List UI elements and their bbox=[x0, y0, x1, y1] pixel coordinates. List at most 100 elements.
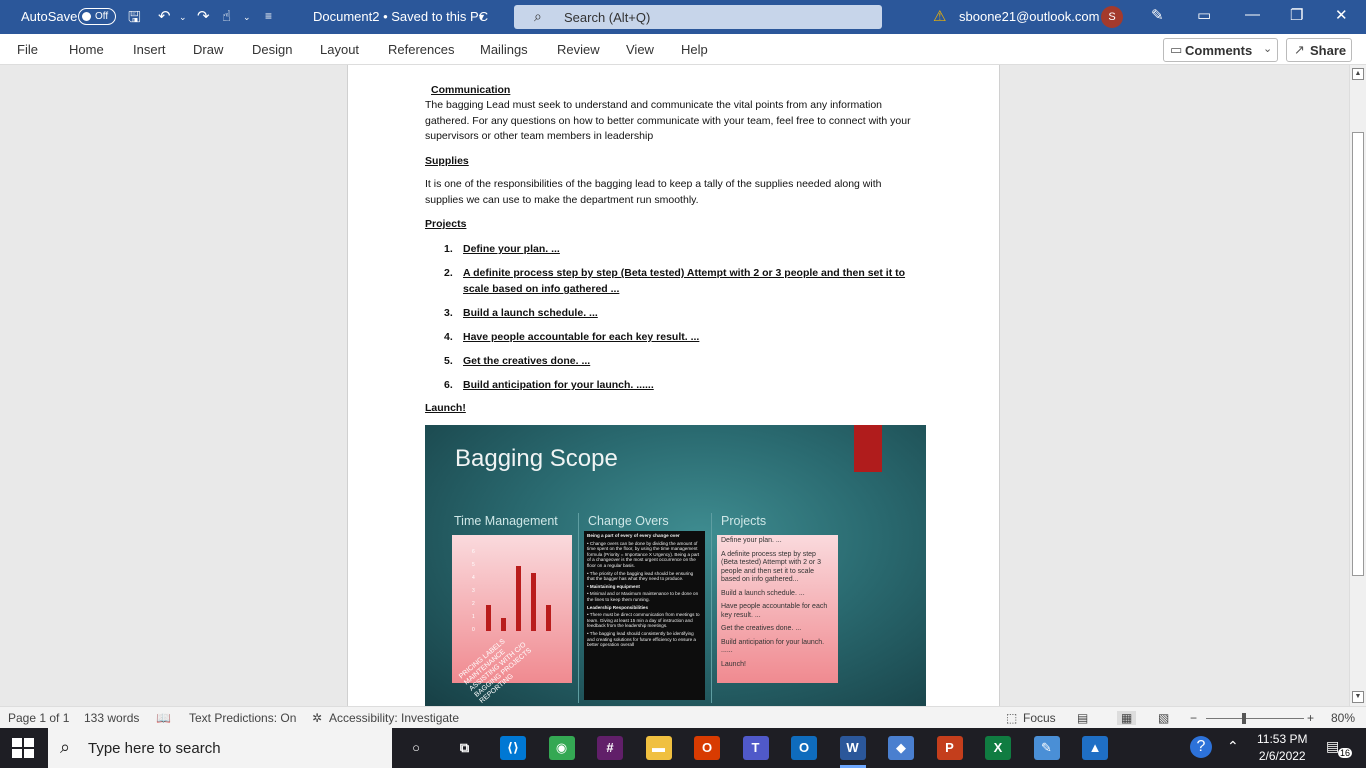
slack-icon[interactable]: # bbox=[597, 736, 623, 760]
close-icon[interactable]: ✕ bbox=[1335, 6, 1348, 24]
slide-project-item: Launch! bbox=[721, 660, 746, 668]
projects-heading: Projects bbox=[425, 218, 467, 230]
page-count[interactable]: Page 1 of 1 bbox=[8, 711, 69, 725]
touch-dropdown-icon[interactable]: ⌄ bbox=[243, 12, 251, 23]
zoom-out-icon[interactable]: − bbox=[1190, 711, 1197, 725]
search-placeholder: Search (Alt+Q) bbox=[564, 10, 651, 25]
vscode-icon[interactable]: ⟨⟩ bbox=[500, 736, 526, 760]
tab-help[interactable]: Help bbox=[681, 42, 708, 57]
list-number: 3. bbox=[444, 307, 453, 319]
accessibility-icon[interactable]: ✲ bbox=[312, 711, 322, 725]
autosave-state: Off bbox=[95, 11, 109, 22]
teams-icon[interactable]: T bbox=[742, 736, 769, 760]
windows-start-icon[interactable] bbox=[12, 738, 34, 758]
tab-view[interactable]: View bbox=[626, 42, 654, 57]
touch-mode-icon[interactable]: ☝ bbox=[222, 7, 231, 25]
list-text[interactable]: Build anticipation for your launch. ....… bbox=[463, 377, 913, 393]
change-over-line: Being a part of every of every change ov… bbox=[587, 533, 680, 538]
document-page[interactable]: Communication The bagging Lead must seek… bbox=[347, 65, 1000, 706]
focus-label[interactable]: Focus bbox=[1023, 711, 1056, 725]
account-email[interactable]: sboone21@outlook.com bbox=[959, 9, 1099, 24]
save-icon[interactable]: 🖫 bbox=[128, 7, 141, 32]
scroll-up-icon[interactable]: ▲ bbox=[1352, 68, 1364, 80]
word-count[interactable]: 133 words bbox=[84, 711, 139, 725]
comments-label: Comments bbox=[1185, 43, 1253, 58]
photos-icon[interactable]: ▲ bbox=[1082, 736, 1108, 760]
web-layout-icon[interactable]: ▧ bbox=[1158, 711, 1169, 725]
list-text[interactable]: Have people accountable for each key res… bbox=[463, 329, 913, 345]
restore-icon[interactable]: ❐ bbox=[1290, 6, 1303, 24]
document-area: Communication The bagging Lead must seek… bbox=[0, 65, 1349, 706]
ribbon-display-icon[interactable]: ▭ bbox=[1197, 6, 1211, 24]
list-text[interactable]: Get the creatives done. ... bbox=[463, 353, 913, 369]
tab-references[interactable]: References bbox=[388, 42, 454, 57]
list-number: 4. bbox=[444, 331, 453, 343]
office-icon[interactable]: O bbox=[694, 736, 720, 760]
task-view-icon[interactable]: ⧉ bbox=[451, 736, 478, 760]
tab-mailings[interactable]: Mailings bbox=[480, 42, 528, 57]
communication-heading: Communication bbox=[431, 84, 511, 96]
tab-review[interactable]: Review bbox=[557, 42, 600, 57]
zoom-in-icon[interactable]: + bbox=[1307, 711, 1314, 725]
zoom-level[interactable]: 80% bbox=[1331, 711, 1355, 725]
warning-icon[interactable]: ⚠ bbox=[933, 7, 946, 25]
list-text[interactable]: Define your plan. ... bbox=[463, 241, 913, 257]
pen-icon[interactable]: ✎ bbox=[1151, 6, 1164, 24]
minimize-icon[interactable]: — bbox=[1245, 6, 1260, 23]
tab-file[interactable]: File bbox=[17, 42, 38, 57]
proofing-icon[interactable]: 📖 bbox=[156, 711, 171, 725]
read-mode-icon[interactable]: ▤ bbox=[1077, 711, 1088, 725]
powerpoint-icon[interactable]: P bbox=[936, 736, 963, 760]
tab-home[interactable]: Home bbox=[69, 42, 104, 57]
axis-tick-label: 5 bbox=[472, 562, 475, 568]
comments-button[interactable]: ▭ Comments ⌄ bbox=[1163, 38, 1278, 62]
chrome-icon[interactable]: ◉ bbox=[548, 736, 575, 760]
projects-slide-box: Define your plan. ... A definite process … bbox=[717, 535, 838, 683]
title-dropdown-icon[interactable]: ▼ bbox=[477, 12, 486, 22]
autosave-toggle[interactable]: Off bbox=[78, 8, 116, 25]
print-layout-icon[interactable]: ▦ bbox=[1117, 711, 1137, 725]
list-text[interactable]: Build a launch schedule. ... bbox=[463, 305, 913, 321]
accessibility-status[interactable]: Accessibility: Investigate bbox=[329, 711, 459, 725]
scroll-down-icon[interactable]: ▼ bbox=[1352, 691, 1364, 703]
tab-insert[interactable]: Insert bbox=[133, 42, 166, 57]
search-box[interactable]: ⌕ Search (Alt+Q) bbox=[514, 5, 882, 29]
change-over-line: • The priority of the bagging lead shoul… bbox=[587, 570, 694, 582]
tab-layout[interactable]: Layout bbox=[320, 42, 359, 57]
excel-icon[interactable]: X bbox=[985, 736, 1011, 760]
file-explorer-icon[interactable]: ▬ bbox=[645, 736, 672, 760]
git-icon[interactable]: ◆ bbox=[888, 736, 914, 760]
text-predictions[interactable]: Text Predictions: On bbox=[189, 711, 296, 725]
taskbar-search[interactable]: ⌕ Type here to search bbox=[48, 728, 392, 768]
tab-draw[interactable]: Draw bbox=[193, 42, 223, 57]
focus-icon[interactable]: ⬚ bbox=[1006, 711, 1017, 725]
undo-dropdown-icon[interactable]: ⌄ bbox=[179, 12, 187, 23]
help-icon[interactable]: ? bbox=[1190, 736, 1212, 758]
axis-tick-label: 6 bbox=[472, 549, 475, 555]
avatar[interactable]: S bbox=[1101, 6, 1123, 28]
ribbon-tabs: File Home Insert Draw Design Layout Refe… bbox=[0, 34, 1366, 65]
change-over-line: Leadership Responsibilities bbox=[587, 604, 649, 610]
launch-heading: Launch! bbox=[425, 402, 466, 414]
tab-design[interactable]: Design bbox=[252, 42, 292, 57]
notification-count: 16 bbox=[1338, 748, 1353, 758]
cortana-icon[interactable]: ○ bbox=[403, 736, 429, 760]
redo-icon[interactable]: ↷ bbox=[197, 7, 210, 25]
paint-icon[interactable]: ✎ bbox=[1033, 736, 1060, 760]
chevron-up-icon[interactable]: ⌃ bbox=[1227, 738, 1239, 755]
outlook-icon[interactable]: O bbox=[791, 736, 817, 760]
undo-icon[interactable]: ↶ bbox=[158, 7, 171, 25]
slide-image[interactable]: Bagging Scope Time Management Change Ove… bbox=[425, 425, 926, 706]
document-title[interactable]: Document2 • Saved to this PC bbox=[313, 9, 488, 24]
scroll-thumb[interactable] bbox=[1352, 132, 1364, 576]
zoom-slider-thumb[interactable] bbox=[1242, 713, 1247, 724]
list-text[interactable]: A definite process step by step (Beta te… bbox=[463, 265, 908, 297]
clock-time: 11:53 PM bbox=[1257, 732, 1308, 746]
word-icon[interactable]: W bbox=[839, 736, 866, 760]
zoom-slider[interactable] bbox=[1206, 713, 1304, 724]
communication-body: The bagging Lead must seek to understand… bbox=[425, 99, 911, 142]
clock[interactable]: 11:53 PM 2/6/2022 bbox=[1257, 731, 1307, 765]
vertical-scrollbar[interactable]: ▲ ▼ bbox=[1349, 65, 1366, 706]
share-button[interactable]: ↗ Share bbox=[1286, 38, 1352, 62]
customize-toolbar-icon[interactable]: ≡ bbox=[265, 9, 272, 23]
